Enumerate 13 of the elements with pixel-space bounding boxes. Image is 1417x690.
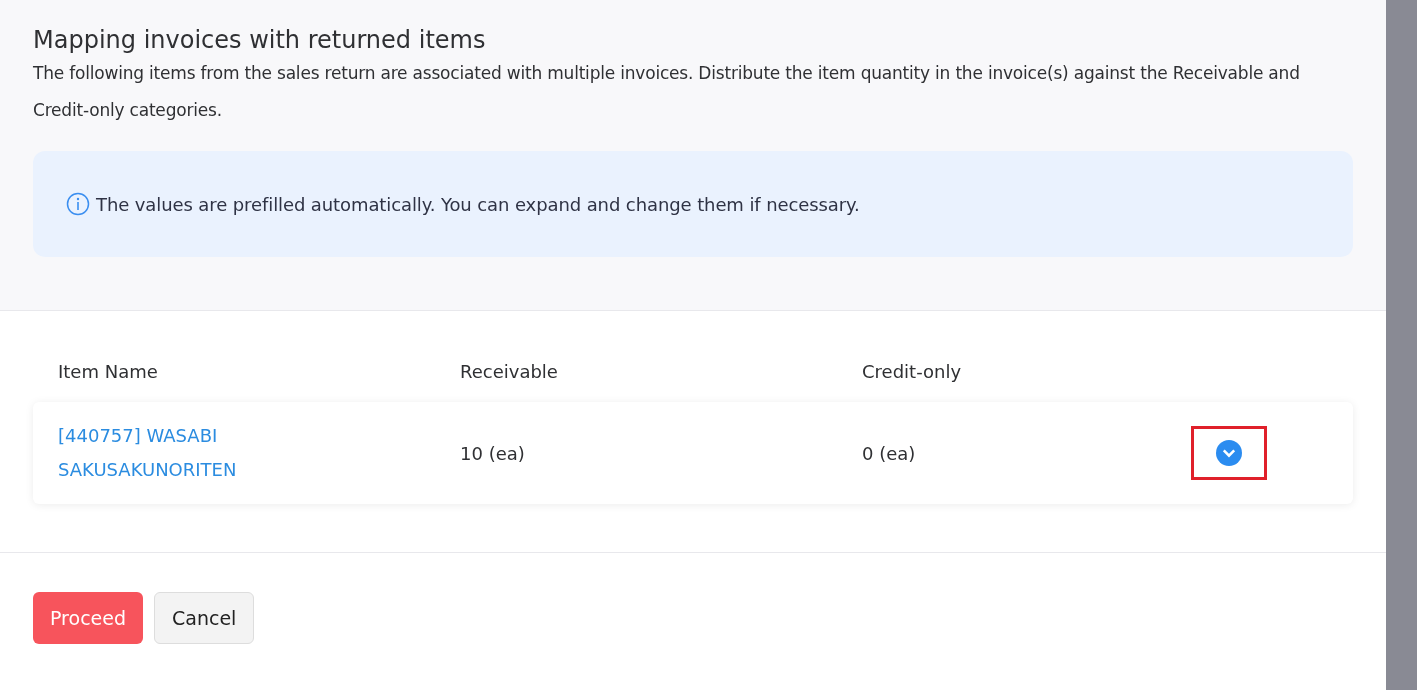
info-icon [66,192,90,216]
expand-button[interactable] [1216,440,1242,466]
item-link[interactable]: [440757] WASABI SAKUSAKUNORITEN [58,419,318,487]
proceed-button[interactable]: Proceed [33,592,144,644]
info-text: The values are prefilled automatically. You can expand and change them if necessary. [96,193,860,215]
cancel-button[interactable]: Cancel [154,592,255,644]
dialog-description: The following items from the sales return are associated with multiple invoices. Distribute the item quantity in the invoice(s) against the Receivable and Credit-only categories. [33,62,1301,122]
dialog-title: Mapping invoices with returned items [33,25,487,56]
column-header: Credit-only [862,361,963,382]
table-cell-text: 10 (ea) [460,442,526,464]
table-cell-text: 0 (ea) [862,442,917,464]
column-header: Receivable [460,361,559,382]
column-header: Item Name [58,361,159,382]
